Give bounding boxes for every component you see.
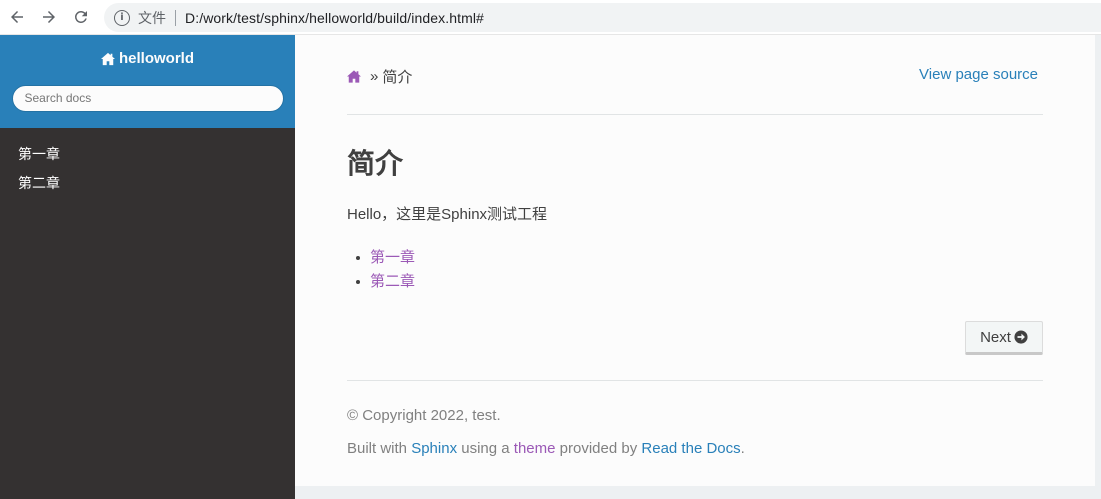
list-item: 第二章 — [347, 273, 415, 297]
breadcrumb-home-link[interactable] — [347, 70, 361, 83]
read-the-docs-link[interactable]: Read the Docs — [641, 440, 740, 457]
arrow-left-icon — [11, 11, 23, 23]
theme-link[interactable]: theme — [514, 440, 556, 457]
home-icon — [347, 70, 361, 83]
sidebar: helloworld 第一章 第二章 — [0, 35, 295, 499]
breadcrumb-separator: » — [370, 68, 379, 85]
arrow-right-icon — [43, 11, 55, 23]
toc-item-chapter-1[interactable]: 第一章 — [0, 146, 295, 175]
reload-button[interactable] — [65, 0, 97, 35]
toc-menu: 第一章 第二章 — [0, 128, 295, 204]
using-a-text: using a — [461, 440, 510, 457]
next-label: Next — [980, 328, 1011, 346]
search-input[interactable] — [11, 84, 284, 112]
reload-icon — [74, 10, 87, 23]
period: . — [740, 440, 745, 457]
divider-top — [347, 114, 1043, 115]
circle-arrow-right-icon — [1014, 330, 1028, 344]
next-button[interactable]: Next — [965, 321, 1043, 355]
bullet — [356, 280, 360, 284]
toc-item-chapter-2[interactable]: 第二章 — [0, 175, 295, 204]
page-title: 简介 — [347, 148, 404, 179]
chapter-link-list: 第一章 第二章 — [347, 249, 415, 297]
breadcrumb-current: 简介 — [382, 69, 413, 86]
file-protocol-label: 文件 — [138, 9, 166, 26]
sphinx-link[interactable]: Sphinx — [411, 440, 457, 457]
browser-toolbar: i 文件 D:/work/test/sphinx/helloworld/buil… — [0, 0, 1101, 35]
bullet — [356, 256, 360, 260]
url-text[interactable]: D:/work/test/sphinx/helloworld/build/ind… — [185, 10, 484, 26]
project-name: helloworld — [119, 50, 194, 67]
project-home-link[interactable]: helloworld — [101, 50, 194, 67]
main-content: » 简介 View page source 简介 Hello，这里是Sphinx… — [295, 35, 1095, 486]
address-separator — [175, 9, 176, 26]
home-icon — [101, 52, 115, 65]
provided-by-text: provided by — [559, 440, 638, 457]
chapter-1-link[interactable]: 第一章 — [370, 249, 415, 267]
back-button[interactable] — [1, 0, 33, 35]
chapter-2-link[interactable]: 第二章 — [370, 273, 415, 291]
breadcrumb: » 简介 — [347, 66, 412, 87]
forward-button[interactable] — [33, 0, 65, 35]
list-item: 第一章 — [347, 249, 415, 273]
built-with-text: Built with Sphinx using a theme provided… — [347, 440, 745, 457]
view-page-source-link[interactable]: View page source — [919, 66, 1038, 83]
address-bar[interactable]: i 文件 D:/work/test/sphinx/helloworld/buil… — [104, 3, 1101, 32]
copyright-text: © Copyright 2022, test. — [347, 407, 501, 424]
info-icon[interactable]: i — [114, 9, 130, 26]
divider-bottom — [347, 380, 1043, 381]
sidebar-header: helloworld — [0, 35, 295, 128]
intro-paragraph: Hello，这里是Sphinx测试工程 — [347, 206, 548, 223]
built-with-prefix: Built with — [347, 440, 408, 457]
